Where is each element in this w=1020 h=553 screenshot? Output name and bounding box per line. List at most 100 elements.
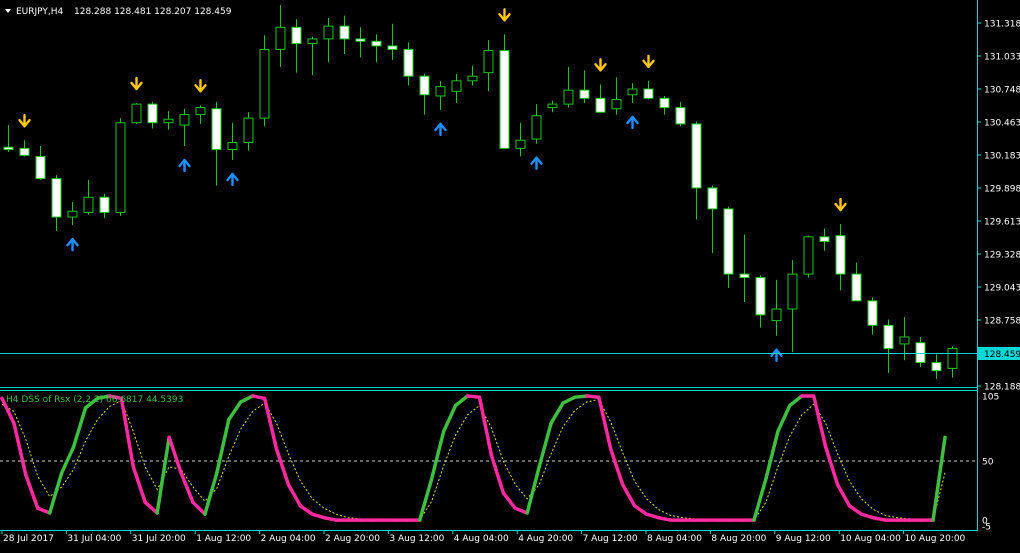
- bear-candle-body: [851, 273, 862, 302]
- bull-candle-body: [195, 107, 206, 116]
- time-tick-label: 10 Aug 20:00: [905, 534, 966, 544]
- time-tick-label: 7 Aug 12:00: [583, 534, 638, 544]
- bull-candle-body: [787, 273, 798, 310]
- time-tick-label: 8 Aug 20:00: [711, 534, 766, 544]
- bear-candle-body: [835, 235, 846, 275]
- bear-candle-body: [883, 324, 894, 350]
- time-tick-label: 1 Aug 12:00: [196, 534, 251, 544]
- bull-candle-body: [627, 88, 638, 96]
- bull-candle-body: [115, 122, 126, 213]
- bear-candle-body: [707, 187, 718, 210]
- bear-candle-body: [403, 48, 414, 77]
- bear-candle-body: [915, 342, 926, 364]
- trading-chart[interactable]: 131.318 131.033 130.748 130.463 130.183 129.8…: [0, 0, 1020, 549]
- bull-candle-body: [227, 142, 238, 151]
- bull-candle-body: [483, 50, 494, 74]
- time-tick-label: 10 Aug 04:00: [840, 534, 901, 544]
- bear-candle-body: [659, 97, 670, 109]
- time-tick-label: 8 Aug 04:00: [647, 534, 702, 544]
- indicator-tick-label: 0: [982, 517, 988, 527]
- candle: [115, 118, 126, 216]
- candle: [499, 34, 510, 149]
- time-tick-label: 3 Aug 12:00: [389, 534, 444, 544]
- bear-candle-body: [691, 123, 702, 189]
- bear-candle-body: [867, 300, 878, 326]
- rsx-down-segment: [585, 394, 601, 399]
- rsx-up-segment: [573, 394, 589, 399]
- chart-background: [0, 0, 1020, 549]
- time-tick-label: 28 Jul 2017: [3, 534, 54, 544]
- bear-candle-body: [579, 89, 590, 99]
- bull-candle-body: [323, 25, 334, 40]
- price-tick-label: 130.183: [984, 152, 1020, 162]
- bull-candle-body: [83, 196, 94, 213]
- bull-candle-body: [131, 103, 142, 124]
- time-tick-label: 31 Jul 20:00: [132, 534, 186, 544]
- bear-candle-body: [355, 38, 366, 42]
- indicator-title: H4 DSS of Rsx (2,2,2) 66.6817 44.5393: [6, 395, 183, 405]
- bull-candle-body: [307, 38, 318, 45]
- bear-candle-body: [99, 196, 110, 213]
- bull-candle-body: [275, 26, 286, 50]
- time-tick-label: 9 Aug 12:00: [776, 534, 831, 544]
- price-tick-label: 129.898: [984, 185, 1020, 195]
- bear-candle-body: [643, 88, 654, 99]
- bull-candle-body: [451, 80, 462, 92]
- time-tick-label: 4 Aug 04:00: [454, 534, 509, 544]
- rsx-down-segment: [322, 515, 338, 522]
- rsx-down-segment: [871, 515, 888, 522]
- candle: [131, 102, 142, 124]
- bull-candle-body: [771, 308, 782, 322]
- bull-candle-body: [547, 103, 558, 109]
- bear-candle-body: [3, 146, 14, 151]
- rsx-down-segment: [250, 394, 267, 401]
- bear-candle-body: [371, 40, 382, 47]
- bull-candle-body: [803, 236, 814, 275]
- candle: [259, 35, 270, 127]
- bull-candle-body: [243, 117, 254, 144]
- bear-candle-body: [755, 277, 766, 316]
- indicator-tick-label: 50: [982, 458, 994, 468]
- bear-candle-body: [339, 25, 350, 40]
- time-tick-label: 2 Aug 20:00: [325, 534, 380, 544]
- bear-candle-body: [51, 178, 62, 218]
- bear-candle-body: [675, 107, 686, 125]
- bear-candle-body: [147, 103, 158, 124]
- symbol-timeframe: EURJPY,H4: [16, 7, 64, 17]
- price-tick-label: 130.748: [984, 86, 1020, 96]
- bear-candle-body: [291, 26, 302, 45]
- bear-candle-body: [931, 362, 942, 372]
- bull-candle-body: [163, 118, 174, 124]
- bear-candle-body: [739, 273, 750, 279]
- price-tick-label: 129.613: [984, 218, 1020, 228]
- chart-canvas[interactable]: 131.318 131.033 130.748 130.463 130.183 129.8…: [0, 0, 1020, 549]
- bear-candle-body: [499, 50, 510, 149]
- price-tick-label: 128.758: [984, 317, 1020, 327]
- bear-candle-body: [19, 147, 30, 156]
- current-price-tag: 128.459: [978, 347, 1020, 360]
- bear-candle-body: [595, 97, 606, 113]
- bull-candle-body: [531, 115, 542, 140]
- bull-candle-body: [467, 75, 478, 82]
- time-tick-label: 2 Aug 04:00: [261, 534, 316, 544]
- rsx-down-segment: [656, 515, 673, 522]
- time-tick-label: 4 Aug 20:00: [518, 534, 573, 544]
- ohlc-values: 128.288 128.481 128.207 128.459: [74, 7, 232, 17]
- bear-candle-body: [211, 108, 222, 151]
- current-price-label: 128.459: [984, 350, 1020, 360]
- price-tick-label: 131.318: [984, 20, 1020, 30]
- bull-candle-body: [947, 348, 958, 369]
- candle: [803, 235, 814, 278]
- bear-candle-body: [419, 75, 430, 96]
- bull-candle-body: [899, 336, 910, 345]
- main-chart-title: EURJPY,H4 128.288 128.481 128.207 128.45…: [5, 7, 232, 17]
- price-tick-label: 129.328: [984, 251, 1020, 261]
- price-tick-label: 130.463: [984, 119, 1020, 129]
- bull-candle-body: [179, 114, 190, 126]
- bull-candle-body: [435, 86, 446, 97]
- bear-candle-body: [723, 208, 734, 275]
- bull-candle-body: [67, 210, 78, 218]
- indicator-tick-label: 105: [982, 393, 999, 403]
- bear-candle-body: [35, 156, 46, 180]
- rsx-down-segment: [465, 394, 482, 399]
